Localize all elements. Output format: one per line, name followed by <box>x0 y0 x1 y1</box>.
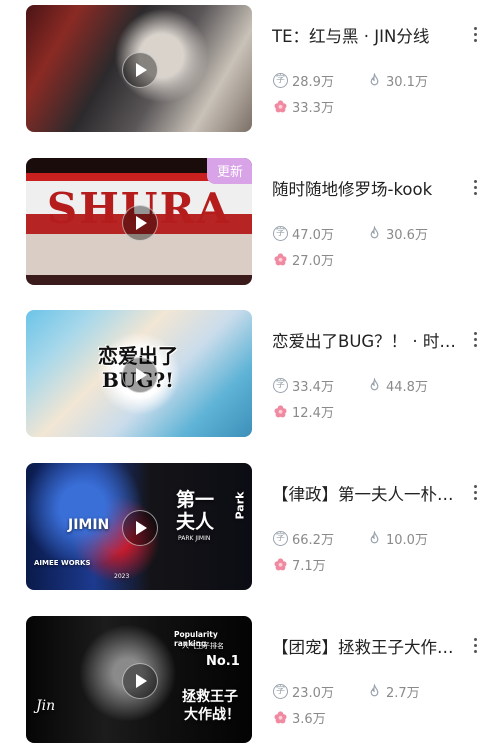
play-icon[interactable] <box>122 51 158 88</box>
update-badge: 更新 <box>206 158 252 184</box>
cover-overlay-text: Jin <box>36 698 56 714</box>
words-stat: 字 33.4万 <box>273 376 334 395</box>
more-vertical-icon[interactable] <box>474 332 478 347</box>
popularity-flame-icon <box>370 684 379 697</box>
story-title[interactable]: 随时随地修罗场-kook <box>272 176 462 200</box>
heat-stat: 30.6万 <box>367 224 428 243</box>
flower-stat: 33.3万 <box>273 97 334 116</box>
cover-overlay-text: PARK JIMIN <box>178 535 211 542</box>
popularity-flame-icon <box>370 531 379 544</box>
cover-thumbnail[interactable]: JIMIN 第一夫人 Park PARK JIMIN AIMEE WORKS 2… <box>26 463 252 590</box>
flower-stat: 12.4万 <box>273 402 334 421</box>
words-stat: 字 28.9万 <box>273 71 334 90</box>
cover-overlay-text: Park <box>233 491 247 520</box>
cover-thumbnail[interactable]: Popularity ranking 人气王子排名 No.1 拯救王子 大作战！… <box>26 616 252 743</box>
cover-overlay-text: 人气王子排名 <box>182 642 224 650</box>
cover-overlay-text: 拯救王子 <box>182 689 238 705</box>
words-count-icon: 字 <box>273 226 288 241</box>
flower-stat: 27.0万 <box>273 250 334 269</box>
list-item[interactable]: JIMIN 第一夫人 Park PARK JIMIN AIMEE WORKS 2… <box>0 463 500 593</box>
words-stat: 字 66.2万 <box>273 529 334 548</box>
popularity-flame-icon <box>370 226 379 239</box>
story-title[interactable]: 恋爱出了BUG？！ · 时间线 <box>272 328 462 352</box>
list-item[interactable]: TE：红与黑 · JIN分线 字 28.9万 30.1万 33.3万 <box>0 5 500 135</box>
heat-stat: 10.0万 <box>367 529 428 548</box>
heat-stat: 44.8万 <box>367 376 428 395</box>
story-title[interactable]: 【团宠】拯救王子大作战！ <box>272 634 462 658</box>
story-title[interactable]: 【律政】第一夫人一朴智旻 <box>272 481 462 505</box>
list-item[interactable]: Popularity ranking 人气王子排名 No.1 拯救王子 大作战！… <box>0 616 500 746</box>
play-icon[interactable] <box>122 662 158 699</box>
cover-overlay-text: 第一夫人 <box>176 489 215 533</box>
more-vertical-icon[interactable] <box>474 27 478 42</box>
list-item[interactable]: SHURA 更新 随时随地修罗场-kook 字 47.0万 30.6万 27.0… <box>0 158 500 288</box>
more-vertical-icon[interactable] <box>474 638 478 653</box>
cover-thumbnail[interactable]: 恋爱出了BUG?! <box>26 310 252 437</box>
popularity-flame-icon <box>370 378 379 391</box>
words-count-icon: 字 <box>273 531 288 546</box>
flower-icon <box>274 100 287 113</box>
cover-overlay-text: 大作战！ <box>184 707 240 723</box>
popularity-flame-icon <box>370 73 379 86</box>
flower-icon <box>274 558 287 571</box>
more-vertical-icon[interactable] <box>474 485 478 500</box>
cover-overlay-text: 2023 <box>114 573 130 580</box>
flower-icon <box>274 253 287 266</box>
flower-stat: 3.6万 <box>273 708 326 727</box>
flower-stat: 7.1万 <box>273 555 326 574</box>
list-item[interactable]: 恋爱出了BUG?! 恋爱出了BUG？！ · 时间线 字 33.4万 44.8万 … <box>0 310 500 440</box>
story-title[interactable]: TE：红与黑 · JIN分线 <box>272 23 462 47</box>
cover-thumbnail[interactable] <box>26 5 252 132</box>
cover-overlay-text: No.1 <box>206 654 240 669</box>
heat-stat: 30.1万 <box>367 71 428 90</box>
words-stat: 字 23.0万 <box>273 682 334 701</box>
cover-overlay-text: AIMEE WORKS <box>34 559 91 567</box>
words-count-icon: 字 <box>273 73 288 88</box>
flower-icon <box>274 711 287 724</box>
play-icon[interactable] <box>122 509 158 546</box>
play-icon[interactable] <box>122 356 158 393</box>
words-count-icon: 字 <box>273 684 288 699</box>
words-count-icon: 字 <box>273 378 288 393</box>
words-stat: 字 47.0万 <box>273 224 334 243</box>
heat-stat: 2.7万 <box>367 682 420 701</box>
more-vertical-icon[interactable] <box>474 180 478 195</box>
play-icon[interactable] <box>122 204 158 241</box>
cover-overlay-text: JIMIN <box>68 517 110 533</box>
cover-thumbnail[interactable]: SHURA 更新 <box>26 158 252 285</box>
flower-icon <box>274 405 287 418</box>
